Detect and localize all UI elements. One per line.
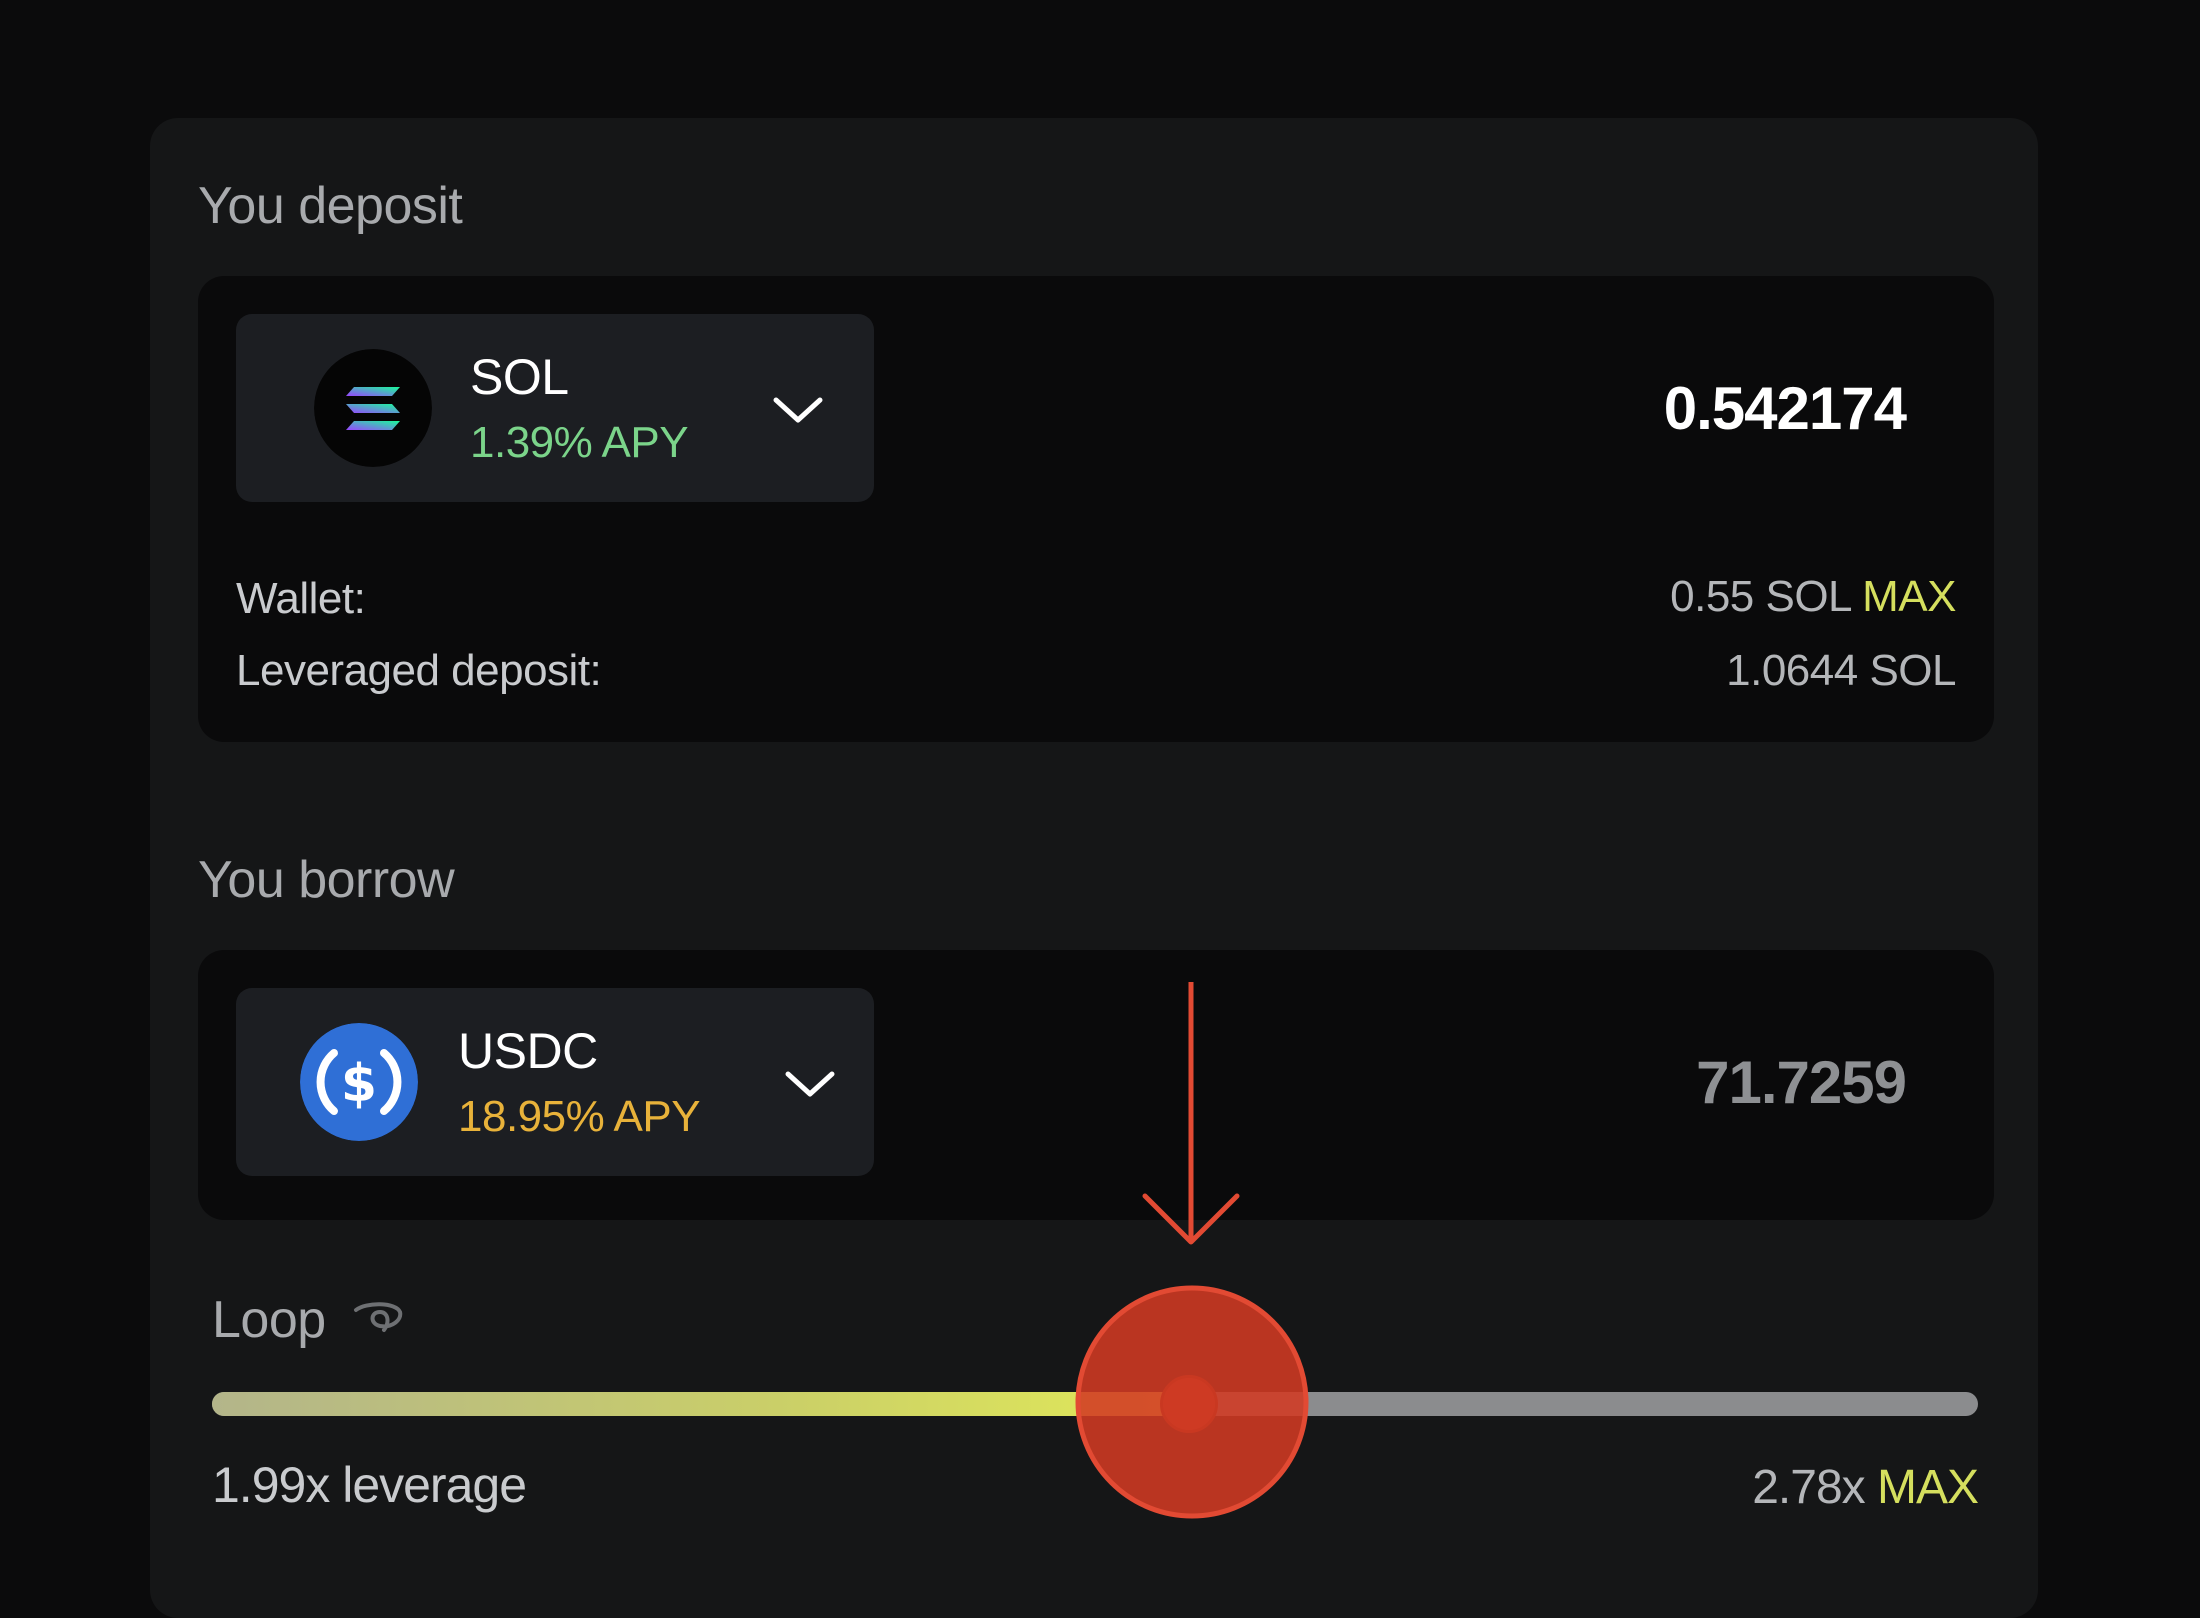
slider-thumb[interactable] (1160, 1375, 1218, 1433)
max-leverage: 2.78x MAX (1752, 1460, 1979, 1515)
leveraged-deposit-label: Leveraged deposit: (236, 646, 602, 695)
leverage-value: 1.99x leverage (212, 1457, 527, 1513)
leverage-slider[interactable] (212, 1375, 1978, 1433)
leveraged-deposit-value: 1.0644 SOL (1726, 646, 1956, 695)
borrow-token-selector[interactable]: $ USDC 18.95% APY (236, 988, 874, 1176)
chevron-down-icon (773, 397, 823, 423)
wallet-label: Wallet: (236, 574, 366, 623)
svg-text:$: $ (341, 1054, 377, 1114)
wallet-balance-value: 0.55 SOL (1670, 572, 1851, 621)
solana-logo-icon (314, 349, 432, 467)
deposit-amount-input[interactable]: 0.542174 (1664, 374, 1907, 443)
borrow-section-title: You borrow (198, 851, 455, 909)
slider-fill (212, 1392, 1189, 1416)
loop-panel: You deposit SOL 1.39% APY 0.542174 Walle… (150, 118, 2038, 1618)
usdc-logo-icon: $ (300, 1023, 418, 1141)
max-leverage-value: 2.78x (1752, 1461, 1865, 1514)
wallet-max-button[interactable]: MAX (1862, 572, 1956, 621)
deposit-token-apy: 1.39% APY (470, 418, 689, 467)
chevron-down-icon (785, 1071, 835, 1097)
loop-title: Loop (212, 1291, 326, 1349)
deposit-section-title: You deposit (198, 177, 463, 235)
wallet-balance: 0.55 SOL MAX (1670, 572, 1956, 622)
borrow-card: $ USDC 18.95% APY 71.7259 (198, 950, 1994, 1220)
deposit-token-selector[interactable]: SOL 1.39% APY (236, 314, 874, 502)
borrow-token-symbol: USDC (458, 1023, 598, 1079)
deposit-token-symbol: SOL (470, 349, 569, 405)
max-leverage-button[interactable]: MAX (1877, 1461, 1979, 1514)
borrow-amount: 71.7259 (1696, 1049, 1907, 1116)
loop-icon (354, 1302, 403, 1332)
deposit-card: SOL 1.39% APY 0.542174 Wallet: 0.55 SOL … (198, 276, 1994, 742)
borrow-token-apy: 18.95% APY (458, 1092, 701, 1141)
